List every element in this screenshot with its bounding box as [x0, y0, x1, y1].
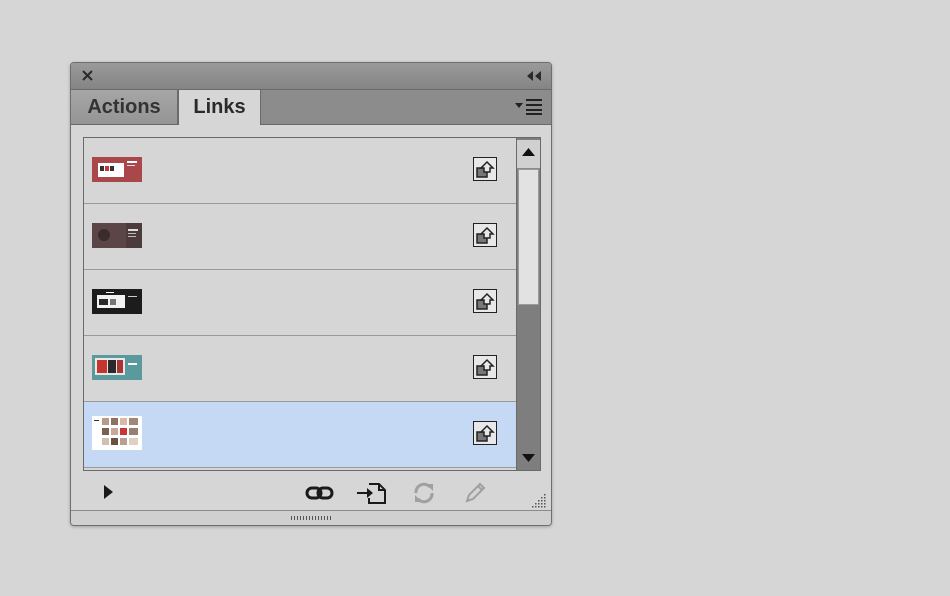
list-item[interactable]: [84, 204, 516, 270]
panel-resize-handle[interactable]: [71, 510, 551, 525]
tab-bar: Actions Links: [71, 90, 551, 125]
go-to-link-icon[interactable]: [473, 157, 497, 181]
double-chevron-left-icon[interactable]: [525, 69, 543, 83]
go-to-link-icon[interactable]: [473, 421, 497, 445]
list-item-selected[interactable]: [84, 402, 516, 468]
tab-links[interactable]: Links: [178, 90, 261, 125]
relink-icon[interactable]: [305, 481, 335, 510]
vertical-scrollbar[interactable]: [516, 138, 540, 470]
resize-grip-icon[interactable]: [529, 491, 547, 509]
links-list[interactable]: [84, 138, 516, 470]
grip-dots-icon: [291, 516, 331, 520]
scroll-down-arrow-icon[interactable]: [517, 442, 540, 470]
tab-label: Links: [193, 96, 246, 118]
list-item[interactable]: [84, 270, 516, 336]
panel-menu-icon[interactable]: [515, 98, 543, 116]
link-thumbnail: [92, 157, 142, 182]
links-panel: Actions Links: [70, 62, 552, 526]
link-thumbnail: [92, 223, 142, 248]
go-to-link-icon[interactable]: [473, 223, 497, 247]
close-icon[interactable]: [80, 68, 96, 84]
link-thumbnail: [92, 416, 142, 450]
place-link-icon[interactable]: [355, 481, 387, 510]
tab-label: Actions: [87, 95, 161, 118]
scrollbar-thumb[interactable]: [518, 169, 539, 305]
links-list-frame: [83, 137, 541, 471]
update-link-icon[interactable]: [411, 481, 437, 510]
scroll-up-arrow-icon[interactable]: [517, 140, 540, 169]
expand-triangle-icon[interactable]: [101, 483, 115, 506]
list-item[interactable]: [84, 336, 516, 402]
go-to-link-icon[interactable]: [473, 289, 497, 313]
panel-titlebar[interactable]: [71, 63, 551, 90]
tab-actions[interactable]: Actions: [71, 90, 178, 124]
go-to-link-icon[interactable]: [473, 355, 497, 379]
link-thumbnail: [92, 355, 142, 380]
footer-toolbar: [71, 473, 551, 511]
list-item[interactable]: [84, 138, 516, 204]
link-thumbnail: [92, 289, 142, 314]
edit-original-icon[interactable]: [463, 481, 487, 510]
